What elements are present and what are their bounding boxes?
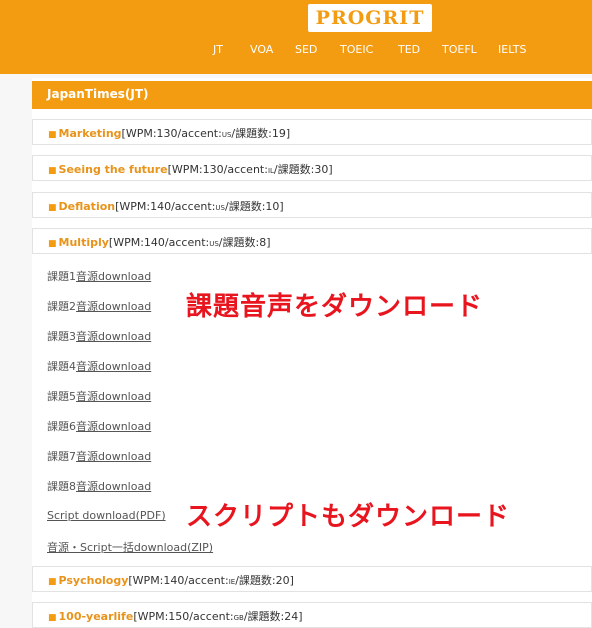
script-download-annotation: スクリプトもダウンロード	[186, 502, 511, 532]
download-row: 課題2音源download	[47, 300, 152, 313]
accent-code: US	[221, 131, 232, 139]
audio-download-annotation: 課題音声をダウンロード	[186, 292, 484, 322]
square-bullet-icon: ■	[48, 577, 57, 587]
script-download-link[interactable]: Script download(PDF)	[47, 509, 166, 522]
download-row: 課題6音源download	[47, 420, 152, 433]
nav-jt[interactable]: JT	[213, 43, 223, 56]
audio-download-link[interactable]: 音源download	[76, 420, 151, 433]
square-bullet-icon: ■	[48, 613, 57, 623]
item-meta: [WPM:140/accent:IE/課題数:20]	[128, 574, 294, 587]
item-deflation[interactable]: ■ Deflation[WPM:140/accent:US/課題数:10]	[32, 192, 592, 218]
audio-download-link[interactable]: 音源download	[76, 390, 151, 403]
accent-code: GB	[233, 614, 244, 622]
audio-download-link[interactable]: 音源download	[76, 450, 151, 463]
nav-toeic[interactable]: TOEIC	[340, 43, 373, 56]
accent-code: US	[209, 240, 219, 248]
download-row: 課題5音源download	[47, 390, 152, 403]
item-100-yearlife[interactable]: ■ 100-yearlife[WPM:150/accent:GB/課題数:24]	[32, 602, 592, 628]
section-header[interactable]: JapanTimes(JT)	[32, 81, 592, 109]
nav-ielts[interactable]: IELTS	[498, 43, 527, 56]
section-title: JapanTimes(JT)	[47, 87, 149, 101]
item-meta: [WPM:130/accent:US/課題数:19]	[121, 127, 291, 140]
download-row: 課題4音源download	[47, 360, 152, 373]
audio-download-link[interactable]: 音源download	[76, 480, 151, 493]
logo-text: PROGRIT	[315, 7, 425, 29]
download-row: 課題3音源download	[47, 330, 152, 343]
nav-ted[interactable]: TED	[398, 43, 420, 56]
item-title: Deflation	[58, 200, 116, 213]
script-download-row: Script download(PDF)	[47, 509, 166, 522]
item-psychology[interactable]: ■ Psychology[WPM:140/accent:IE/課題数:20]	[32, 566, 592, 592]
audio-download-link[interactable]: 音源download	[76, 300, 151, 313]
audio-download-link[interactable]: 音源download	[76, 360, 151, 373]
site-header: PROGRIT JT VOA SED TOEIC TED TOEFL IELTS	[0, 0, 592, 74]
top-nav: JT VOA SED TOEIC TED TOEFL IELTS	[0, 43, 592, 59]
item-multiply[interactable]: ■ Multiply[WPM:140/accent:US/課題数:8]	[32, 228, 592, 254]
item-meta: [WPM:130/accent:IL/課題数:30]	[167, 163, 333, 176]
item-title: Marketing	[58, 127, 122, 140]
accent-code: US	[215, 204, 225, 212]
square-bullet-icon: ■	[48, 130, 57, 140]
item-title: Multiply	[58, 236, 109, 249]
audio-download-link[interactable]: 音源download	[76, 270, 151, 283]
nav-voa[interactable]: VOA	[250, 43, 273, 56]
square-bullet-icon: ■	[48, 166, 57, 176]
square-bullet-icon: ■	[48, 203, 57, 213]
zip-download-link[interactable]: 音源・Script一括download(ZIP)	[47, 541, 213, 554]
download-row: 課題8音源download	[47, 480, 152, 493]
square-bullet-icon: ■	[48, 239, 57, 249]
item-title: Seeing the future	[58, 163, 168, 176]
nav-sed[interactable]: SED	[295, 43, 317, 56]
item-meta: [WPM:150/accent:GB/課題数:24]	[133, 610, 303, 623]
audio-download-link[interactable]: 音源download	[76, 330, 151, 343]
item-seeing-the-future[interactable]: ■ Seeing the future[WPM:130/accent:IL/課題数…	[32, 155, 592, 181]
download-row: 課題7音源download	[47, 450, 152, 463]
nav-toefl[interactable]: TOEFL	[442, 43, 477, 56]
item-marketing[interactable]: ■ Marketing[WPM:130/accent:US/課題数:19]	[32, 119, 592, 145]
item-meta: [WPM:140/accent:US/課題数:10]	[115, 200, 284, 213]
zip-download-row: 音源・Script一括download(ZIP)	[47, 539, 213, 555]
item-title: 100-yearlife	[58, 610, 134, 623]
download-row: 課題1音源download	[47, 270, 152, 283]
progrit-logo[interactable]: PROGRIT	[308, 4, 432, 32]
item-meta: [WPM:140/accent:US/課題数:8]	[108, 236, 271, 249]
item-title: Psychology	[58, 574, 129, 587]
